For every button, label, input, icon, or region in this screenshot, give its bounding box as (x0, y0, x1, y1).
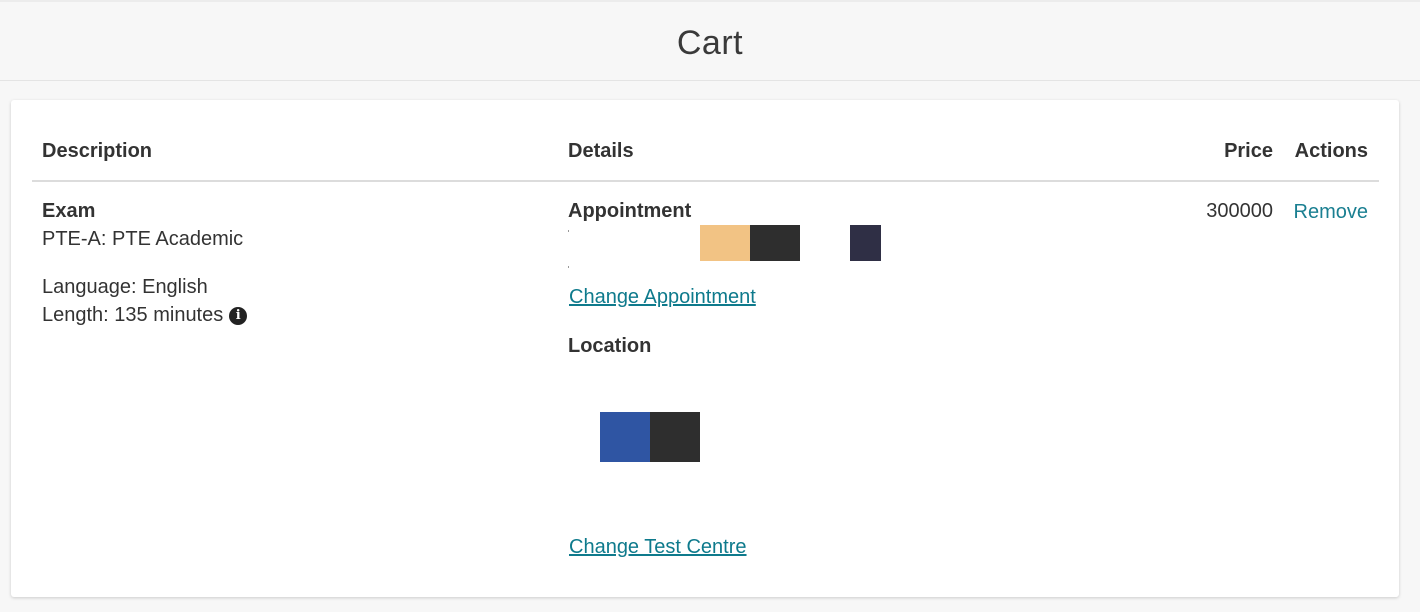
page-title: Cart (676, 24, 744, 62)
price-value: 300000 (1206, 200, 1273, 222)
header-divider (32, 180, 1379, 182)
column-header-details: Details (568, 140, 634, 162)
redacted-block (600, 412, 650, 462)
column-header-actions: Actions (1294, 140, 1368, 162)
page-header: Cart (0, 0, 1420, 81)
column-header-description: Description (42, 140, 153, 162)
redacted-block (750, 225, 800, 261)
redacted-block (850, 225, 881, 261)
remove-button[interactable]: Remove (1294, 201, 1368, 224)
redacted-block (700, 225, 750, 261)
redacted-mark (568, 230, 569, 232)
exam-length: Length: 135 minutes i (42, 304, 248, 327)
exam-name: PTE-A: PTE Academic (42, 228, 244, 250)
column-header-price: Price (1224, 140, 1273, 162)
change-appointment-link[interactable]: Change Appointment (569, 286, 756, 309)
redacted-block (650, 412, 700, 462)
change-test-centre-link[interactable]: Change Test Centre (569, 536, 747, 559)
info-icon[interactable]: i (229, 306, 248, 325)
appointment-label: Appointment (568, 200, 692, 222)
cart-card: Description Details Price Actions Exam P… (11, 100, 1399, 597)
redacted-mark (568, 266, 569, 268)
exam-language: Language: English (42, 276, 208, 298)
exam-title: Exam (42, 200, 96, 222)
exam-length-text: Length: 135 minutes (42, 304, 224, 326)
location-label: Location (568, 335, 652, 357)
